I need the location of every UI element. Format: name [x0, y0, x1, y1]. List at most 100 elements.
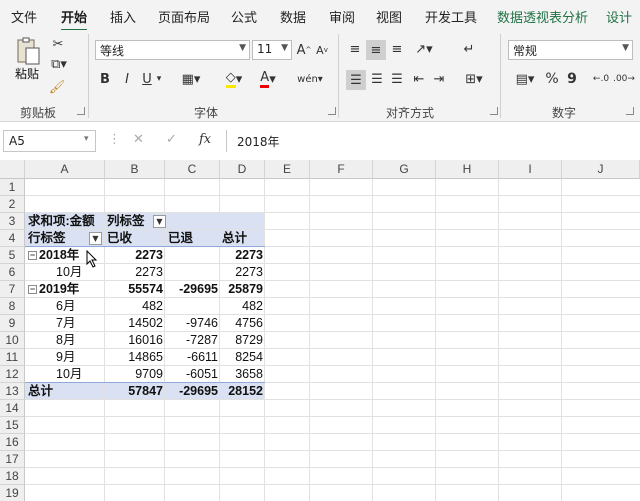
- font-size-select[interactable]: 11 ▼: [252, 40, 292, 60]
- italic-button[interactable]: I: [120, 70, 134, 88]
- pivot-value[interactable]: 2273: [220, 264, 265, 281]
- pivot-value[interactable]: 2273: [220, 247, 265, 264]
- align-center-icon[interactable]: ☰: [368, 70, 386, 88]
- align-top-icon[interactable]: ≡: [346, 40, 364, 58]
- bold-button[interactable]: B: [98, 70, 112, 88]
- pivot-column-header[interactable]: 已退: [168, 230, 193, 247]
- comma-style-button[interactable]: 9: [566, 70, 578, 88]
- pivot-grand-total[interactable]: 28152: [220, 383, 265, 400]
- pivot-column-header[interactable]: 总计: [222, 230, 247, 247]
- tab-view[interactable]: 视图: [376, 7, 402, 26]
- copy-icon[interactable]: ⧉▾: [48, 56, 70, 72]
- column-header-h[interactable]: H: [436, 160, 499, 179]
- clipboard-launcher-icon[interactable]: [77, 107, 85, 115]
- tab-data[interactable]: 数据: [280, 7, 306, 26]
- pivot-value[interactable]: 3658: [220, 366, 265, 383]
- number-format-select[interactable]: 常规 ▼: [508, 40, 633, 60]
- pivot-value[interactable]: 14865: [105, 349, 165, 366]
- column-header-j[interactable]: J: [562, 160, 640, 179]
- pivot-value[interactable]: -6051: [165, 366, 220, 383]
- pivot-value[interactable]: -9746: [165, 315, 220, 332]
- row-header[interactable]: 11: [0, 349, 25, 366]
- row-header[interactable]: 3: [0, 213, 25, 230]
- pivot-value-field-label[interactable]: 求和项:金额: [28, 213, 95, 230]
- pivot-value[interactable]: -6611: [165, 349, 220, 366]
- pivot-value[interactable]: 4756: [220, 315, 265, 332]
- pivot-value[interactable]: 482: [105, 298, 165, 315]
- name-box[interactable]: A5: [3, 130, 96, 152]
- font-launcher-icon[interactable]: [328, 107, 336, 115]
- font-color-icon[interactable]: A ▾: [254, 70, 282, 88]
- pivot-grand-total[interactable]: 57847: [105, 383, 165, 400]
- increase-indent-icon[interactable]: ⇥: [430, 70, 448, 88]
- column-header-d[interactable]: D: [220, 160, 265, 179]
- increase-font-icon[interactable]: A ^: [296, 42, 312, 58]
- align-left-icon[interactable]: ☰: [346, 70, 366, 90]
- row-header[interactable]: 12: [0, 366, 25, 383]
- pivot-value[interactable]: 8729: [220, 332, 265, 349]
- pivot-value[interactable]: 8254: [220, 349, 265, 366]
- paste-icon[interactable]: [14, 36, 42, 66]
- pivot-value[interactable]: 482: [220, 298, 265, 315]
- pivot-row-item[interactable]: −2019年: [28, 281, 79, 298]
- pivot-row-label[interactable]: 7月: [56, 315, 75, 332]
- number-launcher-icon[interactable]: [626, 107, 634, 115]
- pivot-value[interactable]: [165, 247, 220, 264]
- select-all-corner[interactable]: [0, 160, 25, 179]
- tab-pivot-analyze[interactable]: 数据透视表分析: [497, 7, 588, 26]
- border-icon[interactable]: ▦▾: [178, 70, 204, 88]
- tab-developer[interactable]: 开发工具: [425, 7, 477, 26]
- font-name-select[interactable]: 等线 ▼: [95, 40, 250, 60]
- row-header[interactable]: 8: [0, 298, 25, 315]
- pivot-row-label[interactable]: 9月: [56, 349, 75, 366]
- row-header[interactable]: 15: [0, 417, 25, 434]
- row-header[interactable]: 13: [0, 383, 25, 400]
- pivot-value[interactable]: [165, 264, 220, 281]
- row-header[interactable]: 9: [0, 315, 25, 332]
- chevron-down-icon[interactable]: ▾: [154, 70, 164, 88]
- pivot-value[interactable]: 14502: [105, 315, 165, 332]
- collapse-icon[interactable]: −: [28, 251, 37, 261]
- formula-input[interactable]: 2018年: [226, 130, 638, 152]
- phonetic-icon[interactable]: wén▾: [296, 70, 324, 88]
- pivot-column-header[interactable]: 已收: [107, 230, 132, 247]
- pivot-row-item[interactable]: −2018年: [28, 247, 79, 264]
- pivot-value[interactable]: 9709: [105, 366, 165, 383]
- pivot-row-labels[interactable]: 行标签: [28, 230, 66, 247]
- tab-insert[interactable]: 插入: [110, 7, 136, 26]
- increase-decimal-icon[interactable]: ←.0: [592, 70, 610, 88]
- decrease-font-icon[interactable]: Av: [314, 42, 330, 58]
- underline-button[interactable]: U: [140, 70, 154, 88]
- row-header[interactable]: 2: [0, 196, 25, 213]
- column-header-g[interactable]: G: [373, 160, 436, 179]
- column-header-b[interactable]: B: [105, 160, 165, 179]
- row-header[interactable]: 1: [0, 179, 25, 196]
- pivot-grand-total-label[interactable]: 总计: [28, 383, 53, 400]
- pivot-value[interactable]: 2273: [105, 247, 165, 264]
- tab-home[interactable]: 开始: [61, 7, 88, 32]
- merge-center-icon[interactable]: ⊞▾: [460, 70, 488, 88]
- pivot-row-label[interactable]: 6月: [56, 298, 75, 315]
- pivot-value[interactable]: 25879: [220, 281, 265, 298]
- cancel-icon[interactable]: ✕: [133, 132, 144, 147]
- row-header[interactable]: 4: [0, 230, 25, 247]
- tab-file[interactable]: 文件: [11, 7, 37, 26]
- pivot-value[interactable]: -29695: [165, 281, 220, 298]
- insert-function-icon[interactable]: fx: [199, 132, 211, 147]
- pivot-value[interactable]: -7287: [165, 332, 220, 349]
- column-header-e[interactable]: E: [265, 160, 310, 179]
- column-filter-dropdown-icon[interactable]: ▼: [153, 215, 166, 228]
- pivot-row-label[interactable]: 10月: [56, 366, 82, 383]
- row-header[interactable]: 14: [0, 400, 25, 417]
- column-header-c[interactable]: C: [165, 160, 220, 179]
- tab-design[interactable]: 设计: [606, 7, 632, 26]
- align-right-icon[interactable]: ☰: [388, 70, 406, 88]
- row-filter-dropdown-icon[interactable]: ▼: [89, 232, 102, 245]
- pivot-value[interactable]: 55574: [105, 281, 165, 298]
- decrease-indent-icon[interactable]: ⇤: [410, 70, 428, 88]
- align-bottom-icon[interactable]: ≡: [388, 40, 406, 58]
- enter-icon[interactable]: ✓: [166, 132, 177, 147]
- column-header-i[interactable]: I: [499, 160, 562, 179]
- cut-icon[interactable]: ✂: [50, 36, 66, 52]
- wrap-text-icon[interactable]: ↵: [460, 40, 478, 58]
